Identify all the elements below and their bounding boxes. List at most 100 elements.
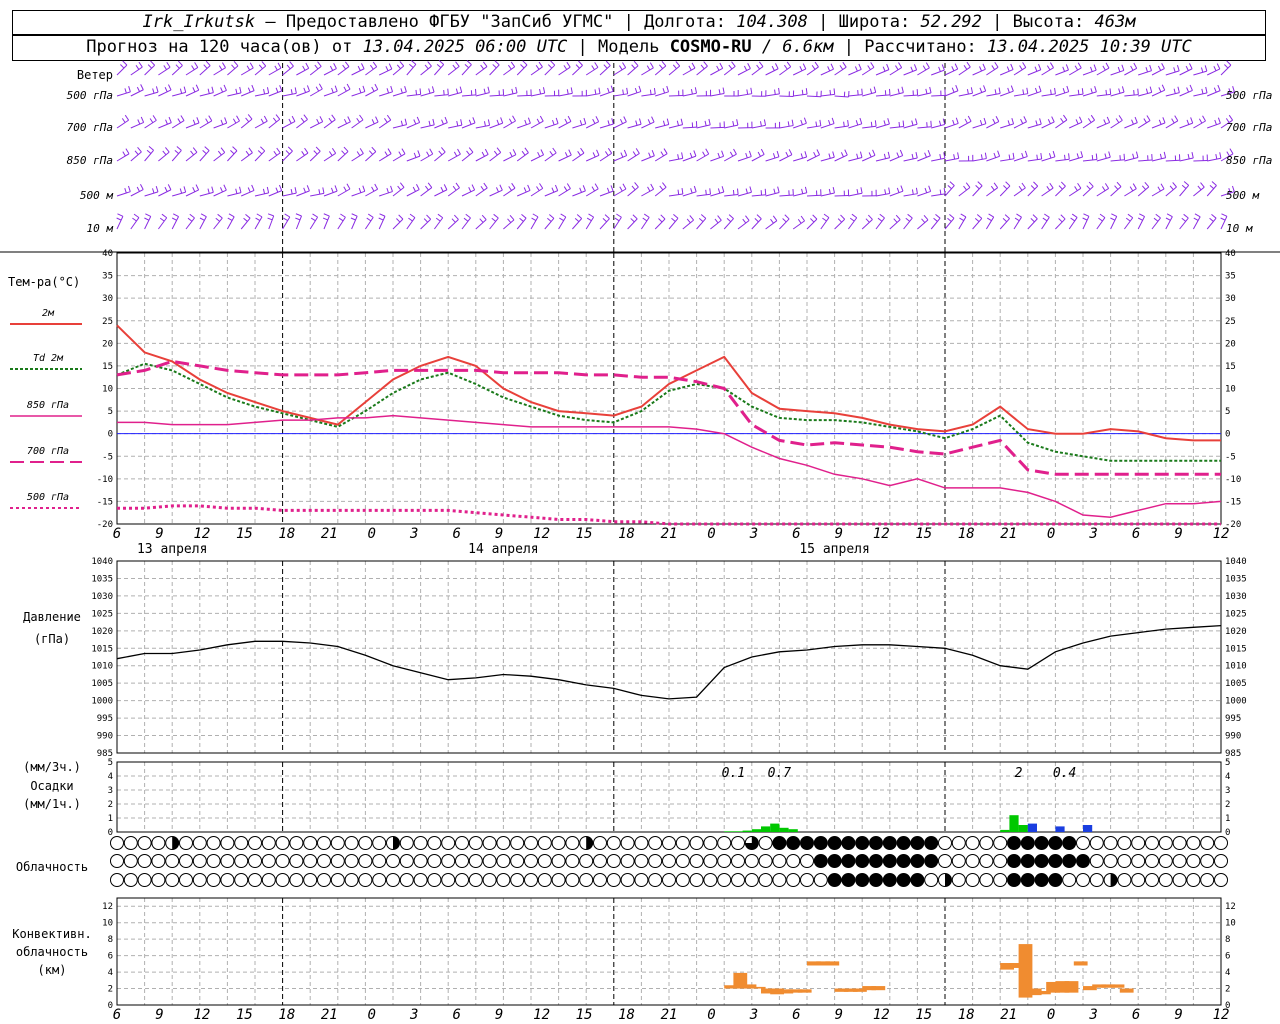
cloud-cover-circle <box>482 873 497 887</box>
wind-barb-feather <box>591 186 596 192</box>
wind-barb-feather <box>1110 217 1116 221</box>
wind-barb-feather <box>127 185 131 192</box>
temp-hour-label: 9 <box>1174 526 1182 542</box>
wind-barb-feather <box>979 120 983 126</box>
wind-barb <box>1207 157 1222 162</box>
wind-barb-feather <box>992 118 996 124</box>
cloud-cover-circle <box>137 836 152 850</box>
cloud-cover-circle <box>413 854 428 868</box>
wind-barb-feather <box>647 186 651 192</box>
precip-bar <box>788 829 798 832</box>
wind-barb-feather <box>1137 217 1143 221</box>
wind-barb-feather <box>938 66 941 72</box>
wind-barb-feather <box>453 214 459 220</box>
wind-barb <box>337 66 350 76</box>
wind-barb-feather <box>408 217 413 222</box>
wind-barb <box>572 123 586 129</box>
wind-barb-feather <box>986 217 992 222</box>
wind-barb-feather <box>441 119 444 125</box>
conv-hour-label: 6 <box>792 1007 800 1023</box>
wind-barb-feather <box>979 87 983 93</box>
wind-barb-feather <box>463 217 469 222</box>
wind-barb-feather <box>274 65 278 71</box>
wind-barb-feather <box>1160 183 1165 190</box>
cloud-cover-circle <box>1020 854 1035 868</box>
wind-barb <box>116 91 131 97</box>
wind-barb-feather <box>341 150 346 155</box>
wind-barb-feather <box>318 83 323 90</box>
wind-barb <box>1179 157 1194 162</box>
wind-barb <box>917 67 930 76</box>
wind-barb-feather <box>631 185 636 191</box>
wind-barb <box>489 122 503 129</box>
wind-barb-feather <box>1186 87 1190 93</box>
wind-barb-feather <box>964 118 968 124</box>
cloud-cover-circle <box>330 854 345 868</box>
cloud-cover-circle <box>427 836 442 850</box>
wind-barb-feather <box>575 64 580 69</box>
wind-barb <box>378 153 392 162</box>
wind-barb <box>1041 156 1056 162</box>
cloud-cover-circle <box>110 873 124 887</box>
wind-barb-feather <box>228 213 235 218</box>
wind-barb-feather <box>384 118 388 123</box>
wind-barb-feather <box>1062 66 1066 72</box>
cloud-cover-circle <box>662 873 676 887</box>
wind-barb-feather <box>893 218 898 223</box>
cloud-cover-circle <box>924 854 939 868</box>
wind-barb-feather <box>1143 118 1147 124</box>
wind-barb-feather <box>294 187 297 194</box>
wind-barb <box>613 67 626 76</box>
cloud-cover-circle <box>206 854 221 868</box>
wind-barb <box>1027 90 1042 97</box>
cloud-cover-circle <box>813 873 828 887</box>
cloud-cover-circle <box>344 854 359 868</box>
wind-barb <box>834 66 847 76</box>
wind-barb-feather <box>471 184 476 191</box>
wind-barb-feather <box>148 146 154 151</box>
wind-barb-feather <box>480 185 485 191</box>
precip-bar <box>742 830 752 832</box>
wind-barb-feather <box>466 150 471 156</box>
wind-barb-feather <box>938 120 942 126</box>
cloud-cover-circle <box>551 836 566 850</box>
wind-barb-feather <box>1181 217 1187 222</box>
wind-barb <box>641 67 654 76</box>
wind-barb-feather <box>512 149 517 155</box>
temp-ytick-right: -5 <box>1225 452 1236 462</box>
wind-barb-feather <box>315 86 320 92</box>
wind-barb-feather <box>700 214 707 219</box>
wind-barb <box>282 192 297 197</box>
wind-barb-feather <box>351 213 358 217</box>
wind-barb-feather <box>121 118 126 123</box>
wind-barb <box>1013 216 1022 230</box>
wind-barb-feather <box>199 217 205 221</box>
wind-barb-feather <box>704 120 707 126</box>
wind-barb <box>654 65 667 76</box>
cloud-cover-circle <box>220 854 235 868</box>
wind-barb-feather <box>1144 181 1150 188</box>
wind-barb-feather <box>614 217 620 222</box>
wind-barb-feather <box>413 152 417 158</box>
pres-ytick-left: 995 <box>97 714 113 724</box>
wind-barb-feather <box>146 149 152 154</box>
wind-barb <box>1027 69 1041 76</box>
wind-barb-feather <box>743 65 748 71</box>
wind-barb-feather <box>1132 153 1135 159</box>
cloud-cover-circle <box>993 854 1008 868</box>
wind-barb-feather <box>717 188 721 194</box>
cloud-cover-circle <box>1186 836 1201 850</box>
cloud-cover-circle <box>579 854 594 868</box>
wind-barb-feather <box>799 66 803 71</box>
wind-barb-feather <box>1221 213 1228 217</box>
wind-barb <box>241 189 255 197</box>
cloud-cover-circle <box>234 854 249 868</box>
wind-barb-feather <box>671 217 676 222</box>
wind-barb <box>213 152 226 162</box>
wind-barb <box>986 92 1001 97</box>
wind-barb-feather <box>1228 114 1234 121</box>
wind-barb-feather <box>1123 153 1126 160</box>
temp-title: Тем-ра(°С) <box>8 275 80 289</box>
wind-barb-feather <box>913 64 918 71</box>
wind-level-label-right: 10 м <box>1226 222 1253 235</box>
